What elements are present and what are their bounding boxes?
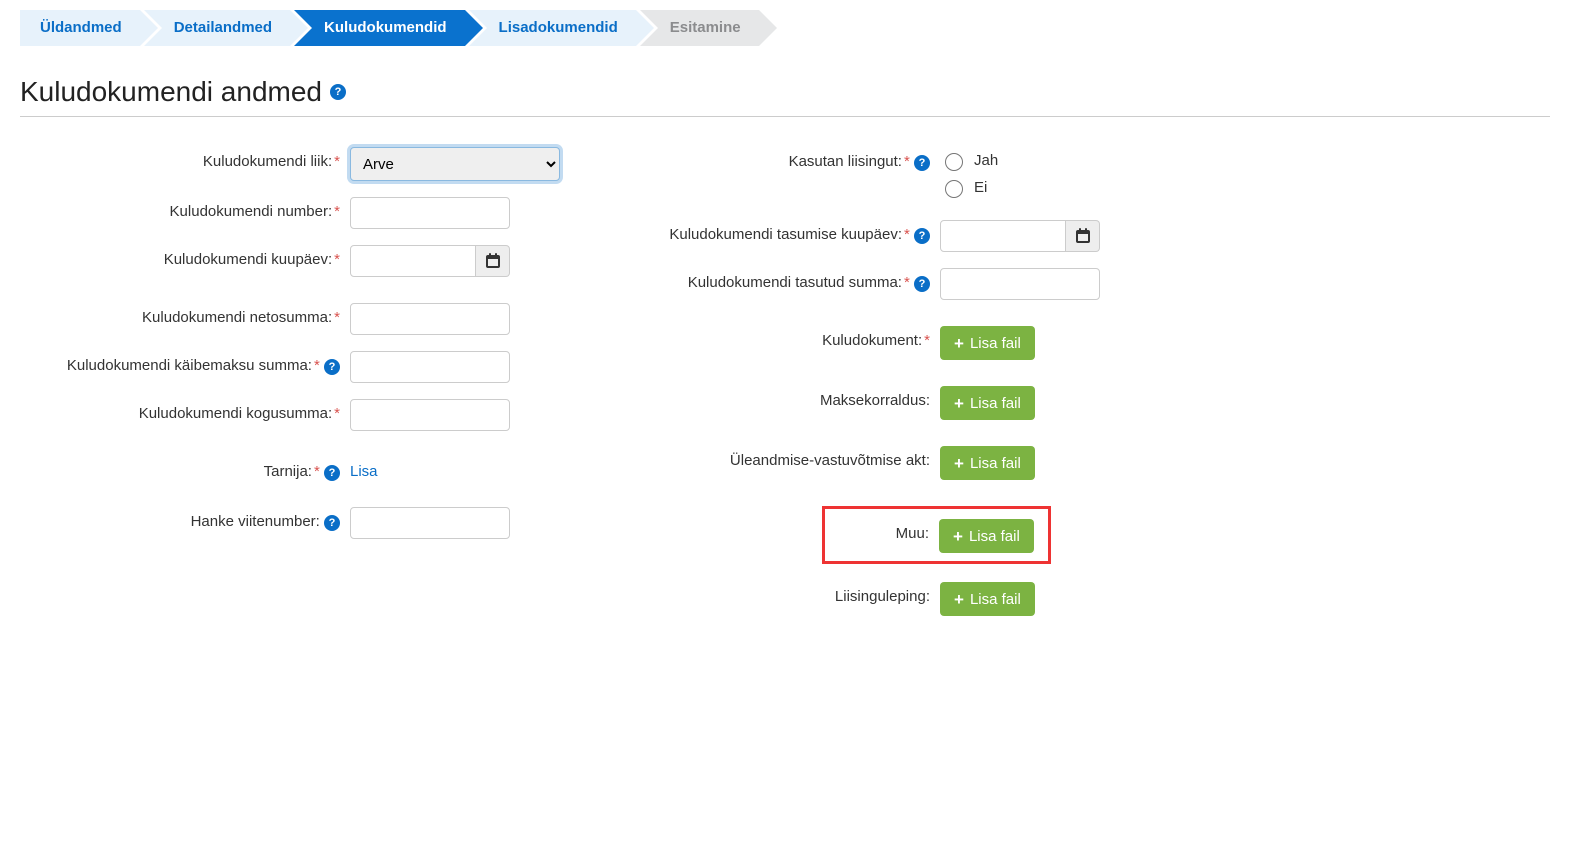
paid-date-calendar-button[interactable] [1066,220,1100,252]
help-icon[interactable] [324,465,340,481]
net-input[interactable] [350,303,510,335]
total-label: Kuludokumendi kogusumma:* [20,399,350,422]
vat-input[interactable] [350,351,510,383]
leasing-contract-label: Liisinguleping: [640,582,940,605]
add-file-text: Lisa fail [970,455,1021,472]
leasing-yes-option[interactable]: Jah [940,150,1290,171]
other-highlight-box: Muu: + Lisa fail [822,506,1051,564]
help-icon[interactable] [330,84,346,100]
help-icon[interactable] [324,515,340,531]
help-icon[interactable] [914,228,930,244]
left-column: Kuludokumendi liik:* Arve Kuludokumendi … [20,147,580,555]
wizard-step-esitamine: Esitamine [640,10,759,46]
help-icon[interactable] [324,359,340,375]
plus-icon: + [953,528,963,545]
plus-icon: + [954,335,964,352]
supplier-add-link[interactable]: Lisa [350,463,378,480]
doc-date-calendar-button[interactable] [476,245,510,277]
add-file-text: Lisa fail [970,591,1021,608]
page-title: Kuludokumendi andmed [20,76,1550,117]
handover-label: Üleandmise-vastuvõtmise akt: [640,446,940,469]
cost-doc-label: Kuludokument:* [640,326,940,349]
cost-doc-add-file-button[interactable]: + Lisa fail [940,326,1035,360]
other-label: Muu: [839,519,939,542]
leasing-label: Kasutan liisingut:* [640,147,940,171]
right-column: Kasutan liisingut:* Jah Ei Kuludokumendi… [640,147,1290,632]
doc-date-label: Kuludokumendi kuupäev:* [20,245,350,268]
doc-type-label: Kuludokumendi liik:* [20,147,350,170]
leasing-no-option[interactable]: Ei [940,177,1290,198]
plus-icon: + [954,455,964,472]
doc-number-label: Kuludokumendi number:* [20,197,350,220]
paid-date-label: Kuludokumendi tasumise kuupäev:* [640,220,940,244]
page-title-text: Kuludokumendi andmed [20,76,322,108]
wizard: Üldandmed Detailandmed Kuludokumendid Li… [20,0,1550,76]
plus-icon: + [954,591,964,608]
supplier-label: Tarnija:* [20,457,350,481]
calendar-icon [1075,228,1091,244]
payment-order-label: Maksekorraldus: [640,386,940,409]
add-file-text: Lisa fail [969,528,1020,545]
calendar-icon [485,253,501,269]
help-icon[interactable] [914,276,930,292]
wizard-step-uldandmed[interactable]: Üldandmed [20,10,140,46]
vat-label: Kuludokumendi käibemaksu summa:* [20,351,350,375]
handover-add-file-button[interactable]: + Lisa fail [940,446,1035,480]
wizard-step-detailandmed[interactable]: Detailandmed [144,10,290,46]
leasing-no-radio[interactable] [945,180,963,198]
leasing-contract-add-file-button[interactable]: + Lisa fail [940,582,1035,616]
payment-order-add-file-button[interactable]: + Lisa fail [940,386,1035,420]
wizard-step-kuludokumendid[interactable]: Kuludokumendid [294,10,465,46]
leasing-no-text: Ei [974,179,987,196]
total-input[interactable] [350,399,510,431]
paid-sum-input[interactable] [940,268,1100,300]
leasing-yes-radio[interactable] [945,153,963,171]
add-file-text: Lisa fail [970,395,1021,412]
plus-icon: + [954,395,964,412]
add-file-text: Lisa fail [970,335,1021,352]
paid-sum-label: Kuludokumendi tasutud summa:* [640,268,940,292]
help-icon[interactable] [914,155,930,171]
procurement-label: Hanke viitenumber: [20,507,350,531]
doc-number-input[interactable] [350,197,510,229]
procurement-input[interactable] [350,507,510,539]
other-add-file-button[interactable]: + Lisa fail [939,519,1034,553]
net-label: Kuludokumendi netosumma:* [20,303,350,326]
wizard-step-lisadokumendid[interactable]: Lisadokumendid [469,10,636,46]
paid-date-input[interactable] [940,220,1066,252]
doc-date-input[interactable] [350,245,476,277]
leasing-yes-text: Jah [974,152,998,169]
doc-type-select[interactable]: Arve [350,147,560,181]
